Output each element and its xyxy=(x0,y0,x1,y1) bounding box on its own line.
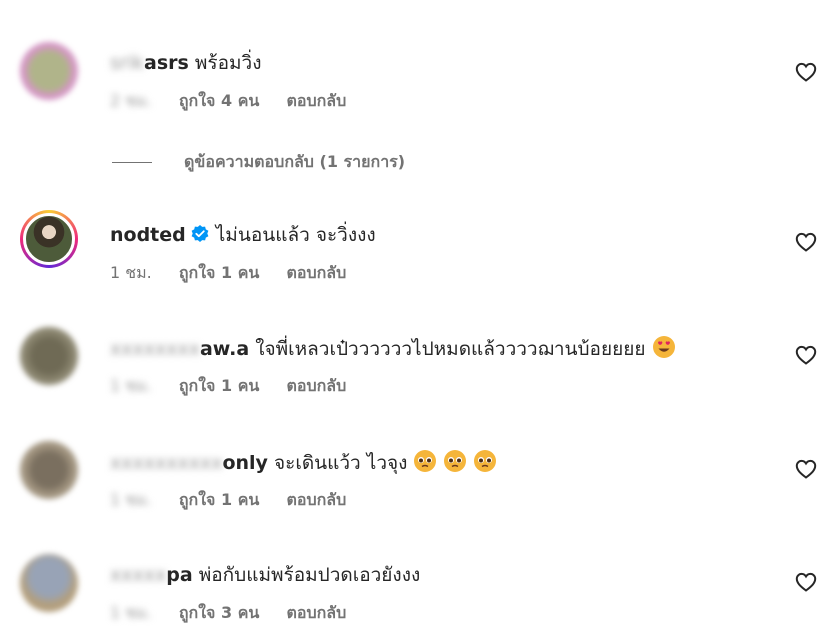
divider-line xyxy=(112,162,152,163)
username-blurred: xxxxxxxxxx xyxy=(110,452,223,474)
pleading-face-emoji-icon xyxy=(474,450,497,472)
pleading-face-emoji-icon xyxy=(444,450,467,472)
likes-count[interactable]: ถูกใจ 1 คน xyxy=(179,376,259,395)
username[interactable]: aw.a xyxy=(200,338,249,360)
reply-button[interactable]: ตอบกลับ xyxy=(286,376,346,395)
avatar[interactable] xyxy=(20,42,78,100)
comment-text: ใจพี่เหลวเป๋ววววววไปหมดแล้ววววฌานบ้อยยยย xyxy=(255,338,646,360)
timestamp: 1 ชม. xyxy=(110,263,152,282)
timestamp: 1 ชม. xyxy=(110,603,152,622)
username-blurred: srik xyxy=(110,52,144,74)
comment-text: พ่อกับแม่พร้อมปวดเอวยังงง xyxy=(198,564,421,586)
avatar[interactable] xyxy=(20,441,78,499)
timestamp: 2 ชม. xyxy=(110,91,152,110)
comment-text: จะเดินแว้ว ไวจุง xyxy=(273,452,408,474)
comment-list: srikasrs พร้อมวิ่ง 2 ชม. ถูกใจ 4 คน ตอบก… xyxy=(0,0,820,637)
username[interactable]: nodted xyxy=(110,224,186,246)
username[interactable]: only xyxy=(222,452,267,474)
heart-eyes-emoji-icon xyxy=(652,336,675,358)
comment-meta: 1 ชม. ถูกใจ 3 คน ตอบกลับ xyxy=(110,602,368,624)
comment-line: nodted ไม่นอนแล้ว จะวิ่งงง xyxy=(110,222,376,248)
username-blurred: xxxxxxxx xyxy=(110,338,200,360)
likes-count[interactable]: ถูกใจ 3 คน xyxy=(179,603,259,622)
heart-outline-icon[interactable] xyxy=(794,457,818,481)
comment-meta: 1 ชม. ถูกใจ 1 คน ตอบกลับ xyxy=(110,489,368,511)
comment-text: พร้อมวิ่ง xyxy=(194,52,262,74)
reply-button[interactable]: ตอบกลับ xyxy=(286,263,346,282)
comment-line: xxxxxpa พ่อกับแม่พร้อมปวดเอวยังงง xyxy=(110,562,420,588)
avatar xyxy=(23,213,75,265)
pleading-face-emoji-icon xyxy=(414,450,437,472)
timestamp: 1 ชม. xyxy=(110,490,152,509)
reply-button[interactable]: ตอบกลับ xyxy=(286,490,346,509)
reply-button[interactable]: ตอบกลับ xyxy=(286,91,346,110)
likes-count[interactable]: ถูกใจ 1 คน xyxy=(179,490,259,509)
reply-button[interactable]: ตอบกลับ xyxy=(286,603,346,622)
comment-meta: 2 ชม. ถูกใจ 4 คน ตอบกลับ xyxy=(110,90,368,112)
username[interactable]: asrs xyxy=(144,52,189,74)
view-replies-label: ดูข้อความตอบกลับ (1 รายการ) xyxy=(184,152,406,171)
username[interactable]: pa xyxy=(166,564,192,586)
timestamp: 1 ชม. xyxy=(110,376,152,395)
likes-count[interactable]: ถูกใจ 1 คน xyxy=(179,263,259,282)
likes-count[interactable]: ถูกใจ 4 คน xyxy=(179,91,259,110)
heart-outline-icon[interactable] xyxy=(794,230,818,254)
comment-meta: 1 ชม. ถูกใจ 1 คน ตอบกลับ xyxy=(110,262,368,284)
heart-outline-icon[interactable] xyxy=(794,570,818,594)
avatar-story-ring[interactable] xyxy=(20,210,78,268)
heart-outline-icon[interactable] xyxy=(794,343,818,367)
heart-outline-icon[interactable] xyxy=(794,60,818,84)
avatar[interactable] xyxy=(20,327,78,385)
view-replies-button[interactable]: ดูข้อความตอบกลับ (1 รายการ) xyxy=(112,150,405,174)
comment-line: xxxxxxxxaw.a ใจพี่เหลวเป๋ววววววไปหมดแล้ว… xyxy=(110,335,676,362)
comment-line: srikasrs พร้อมวิ่ง xyxy=(110,50,261,76)
comment-text: ไม่นอนแล้ว จะวิ่งงง xyxy=(215,224,376,246)
username-blurred: xxxxx xyxy=(110,564,167,586)
avatar[interactable] xyxy=(20,554,78,612)
comment-meta: 1 ชม. ถูกใจ 1 คน ตอบกลับ xyxy=(110,375,368,397)
comment-line: xxxxxxxxxxonly จะเดินแว้ว ไวจุง xyxy=(110,449,497,476)
verified-badge-icon xyxy=(191,225,209,242)
